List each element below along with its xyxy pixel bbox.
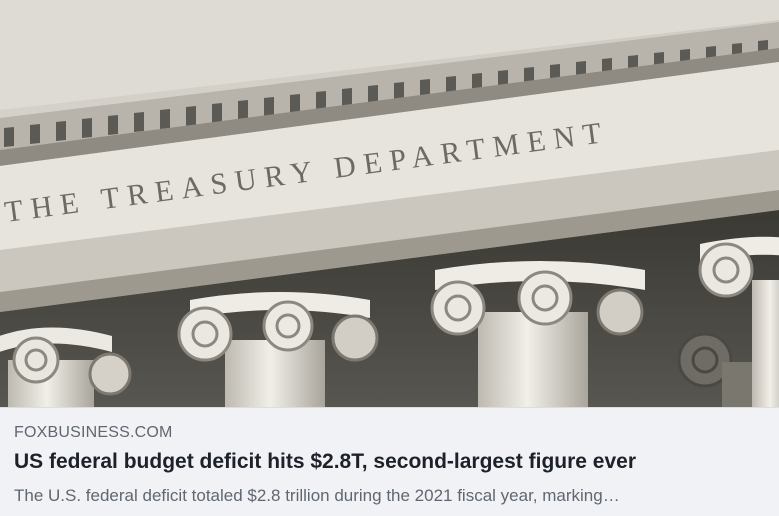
article-description: The U.S. federal deficit totaled $2.8 tr…: [14, 486, 620, 505]
link-meta[interactable]: FOXBUSINESS.COM US federal budget defici…: [0, 407, 779, 516]
link-preview-card[interactable]: THE TREASURY DEPARTMENT FOXBUSINESS.COM …: [0, 0, 779, 516]
article-title[interactable]: US federal budget deficit hits $2.8T, se…: [14, 450, 766, 474]
source-domain: FOXBUSINESS.COM: [14, 424, 173, 441]
treasury-facade-photo: THE TREASURY DEPARTMENT: [0, 0, 779, 407]
column-1: [0, 327, 132, 407]
article-image[interactable]: THE TREASURY DEPARTMENT: [0, 0, 779, 407]
